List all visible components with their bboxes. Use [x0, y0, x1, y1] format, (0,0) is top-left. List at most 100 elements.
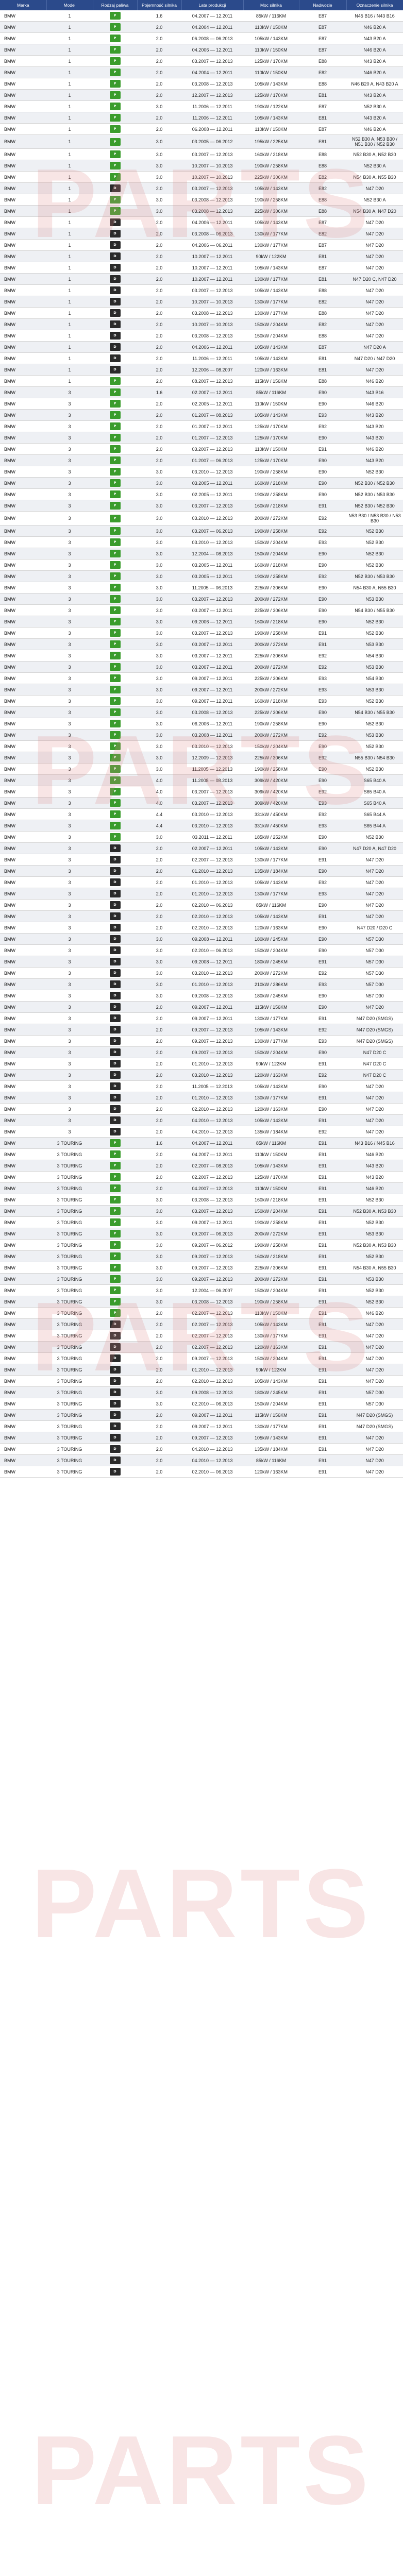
cell-years: 02.2010 — 06.2013 [181, 1398, 243, 1410]
table-row: BMW 1 D 2.0 03.2007 — 12.2013 105kW / 143KM E8… [0, 182, 403, 194]
diesel-fuel-icon: D [109, 320, 121, 328]
cell-model: 1 [46, 239, 93, 251]
cell-body: E91 [299, 443, 346, 455]
cell-body: E81 [299, 364, 346, 376]
cell-power: 105kW / 143KM [243, 876, 299, 888]
cell-model: 3 TOURING [46, 1250, 93, 1262]
cell-model: 3 TOURING [46, 1443, 93, 1455]
cell-engine-code: N43 B20 [346, 420, 403, 432]
cell-marka: BMW [0, 1432, 46, 1444]
cell-engine-code: N52 B30 [346, 1194, 403, 1206]
table-row: BMW 3 TOURING P 3.0 12.2004 — 06.2007 150kW /… [0, 1284, 403, 1296]
cell-power: 225kW / 306KM [243, 205, 299, 217]
petrol-fuel-icon: P [109, 663, 121, 671]
cell-engine-code: N53 B30 [346, 684, 403, 696]
cell-fuel: P [93, 1148, 137, 1160]
petrol-fuel-icon: P [109, 799, 121, 807]
table-row: BMW 1 D 2.0 10.2007 — 12.2011 130kW / 177KM E8… [0, 273, 403, 285]
cell-model: 3 [46, 1069, 93, 1081]
cell-power: 200kW / 272KM [243, 1228, 299, 1240]
cell-fuel: P [93, 593, 137, 605]
diesel-fuel-icon: D [109, 1128, 121, 1136]
cell-model: 1 [46, 21, 93, 33]
petrol-fuel-icon: P [109, 584, 121, 591]
cell-model: 3 [46, 638, 93, 650]
cell-years: 03.2010 — 12.2013 [181, 1069, 243, 1081]
cell-engine-code: N47 D20 [346, 1341, 403, 1353]
cell-fuel: D [93, 182, 137, 194]
cell-fuel: P [93, 729, 137, 741]
vehicle-compatibility: Marka Model Rodzaj paliwa Pojemność siln… [0, 0, 403, 2519]
cell-years: 01.2007 — 12.2011 [181, 420, 243, 432]
cell-power: 110kW / 150KM [243, 44, 299, 56]
table-row: BMW 3 P 3.0 03.2008 — 12.2013 225kW / 306KM E9… [0, 706, 403, 718]
cell-engine-code: N54 B30 A, N55 B30 [346, 1262, 403, 1274]
cell-years: 11.2006 — 12.2011 [181, 100, 243, 112]
cell-marka: BMW [0, 1443, 46, 1455]
cell-fuel: P [93, 420, 137, 432]
cell-capacity: 2.0 [137, 1182, 181, 1194]
cell-engine-code: N43 B20 [346, 1160, 403, 1172]
cell-capacity: 2.0 [137, 307, 181, 319]
cell-engine-code: N47 D20 [346, 1001, 403, 1013]
cell-fuel: P [93, 820, 137, 832]
cell-fuel: P [93, 160, 137, 172]
cell-body: E82 [299, 66, 346, 78]
cell-years: 01.2007 — 08.2013 [181, 409, 243, 421]
cell-marka: BMW [0, 500, 46, 512]
cell-power: 150kW / 204KM [243, 1284, 299, 1296]
table-row: BMW 3 TOURING P 3.0 09.2007 — 12.2013 225kW /… [0, 1262, 403, 1274]
cell-years: 03.2007 — 12.2011 [181, 638, 243, 650]
cell-fuel: D [93, 341, 137, 353]
cell-body: E90 [299, 593, 346, 605]
cell-body: E88 [299, 148, 346, 160]
cell-body: E90 [299, 548, 346, 560]
cell-fuel: D [93, 352, 137, 364]
cell-engine-code: N47 D20 [346, 250, 403, 262]
cell-fuel: P [93, 604, 137, 616]
cell-power: 110kW / 150KM [243, 1307, 299, 1319]
cell-fuel: P [93, 32, 137, 44]
table-row: BMW 3 P 3.0 03.2010 — 12.2013 190kW / 258KM E9… [0, 466, 403, 478]
table-row: BMW 3 P 2.0 02.2005 — 12.2011 110kW / 150KM E9… [0, 398, 403, 410]
cell-power: 150kW / 204KM [243, 1398, 299, 1410]
cell-years: 01.2010 — 12.2013 [181, 876, 243, 888]
petrol-fuel-icon: P [109, 35, 121, 42]
cell-years: 09.2007 — 12.2013 [181, 1352, 243, 1364]
cell-power: 190kW / 258KM [243, 763, 299, 775]
cell-body: E90 [299, 831, 346, 843]
cell-fuel: D [93, 1080, 137, 1092]
cell-engine-code: N47 D20 C [346, 1069, 403, 1081]
cell-model: 3 [46, 774, 93, 786]
cell-capacity: 2.0 [137, 1352, 181, 1364]
cell-marka: BMW [0, 134, 46, 149]
cell-power: 120kW / 163KM [243, 1069, 299, 1081]
cell-fuel: D [93, 273, 137, 285]
cell-capacity: 2.0 [137, 228, 181, 240]
cell-fuel: P [93, 536, 137, 548]
cell-engine-code: N47 D20 [346, 1330, 403, 1342]
cell-marka: BMW [0, 205, 46, 217]
cell-years: 09.2007 — 12.2011 [181, 1409, 243, 1421]
cell-power: 105kW / 143KM [243, 1024, 299, 1036]
cell-fuel: P [93, 797, 137, 809]
cell-fuel: D [93, 284, 137, 296]
cell-years: 09.2008 — 12.2011 [181, 956, 243, 968]
cell-body: E92 [299, 786, 346, 798]
cell-capacity: 3.0 [137, 1273, 181, 1285]
cell-capacity: 2.0 [137, 341, 181, 353]
cell-model: 3 [46, 729, 93, 741]
cell-marka: BMW [0, 66, 46, 78]
cell-body: E90 [299, 1001, 346, 1013]
cell-power: 105kW / 143KM [243, 112, 299, 124]
cell-capacity: 3.0 [137, 672, 181, 684]
cell-engine-code: S65 B44 A [346, 808, 403, 820]
cell-engine-code: N43 B20 A [346, 89, 403, 101]
petrol-fuel-icon: P [109, 538, 121, 546]
petrol-fuel-icon: P [109, 490, 121, 498]
cell-power: 200kW / 272KM [243, 593, 299, 605]
cell-body: E91 [299, 1454, 346, 1466]
cell-power: 90kW / 122KM [243, 1364, 299, 1376]
cell-capacity: 2.0 [137, 1409, 181, 1421]
cell-model: 3 TOURING [46, 1307, 93, 1319]
